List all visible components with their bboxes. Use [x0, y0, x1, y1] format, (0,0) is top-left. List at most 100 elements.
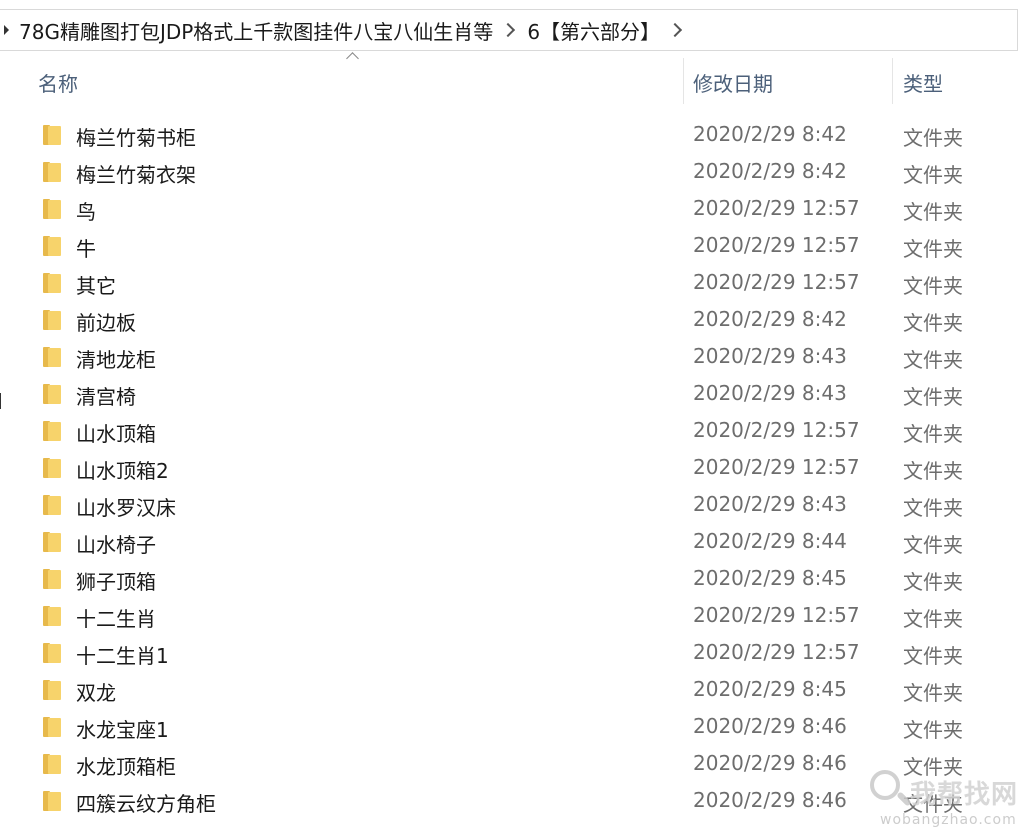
file-name[interactable]: 山水罗汉床: [76, 492, 176, 521]
folder-icon: [43, 273, 61, 293]
file-name[interactable]: 其它: [76, 270, 116, 299]
folder-icon: [43, 680, 61, 700]
file-modified-date: 2020/2/29 8:46: [693, 714, 847, 738]
watermark-title: 我帮找网: [910, 780, 1019, 810]
file-name[interactable]: 狮子顶箱: [76, 566, 156, 595]
file-type: 文件夹: [903, 422, 963, 446]
file-modified-date: 2020/2/29 12:57: [693, 418, 860, 442]
file-row[interactable]: 十二生肖1 2020/2/29 12:57 文件夹: [0, 634, 1023, 671]
file-row[interactable]: 山水顶箱 2020/2/29 12:57 文件夹: [0, 412, 1023, 449]
file-modified-date: 2020/2/29 8:46: [693, 751, 847, 775]
file-name[interactable]: 梅兰竹菊书柜: [76, 122, 196, 151]
file-modified-date: 2020/2/29 8:42: [693, 122, 847, 146]
file-name[interactable]: 山水顶箱2: [76, 455, 169, 484]
file-type: 文件夹: [903, 681, 963, 705]
address-bar[interactable]: 78G精雕图打包JDP格式上千款图挂件八宝八仙生肖等 6【第六部分】: [0, 9, 1018, 51]
file-row[interactable]: 双龙 2020/2/29 8:45 文件夹: [0, 671, 1023, 708]
magnifier-icon: [870, 770, 900, 800]
breadcrumb-expand-icon[interactable]: [4, 25, 9, 35]
file-row[interactable]: 十二生肖 2020/2/29 12:57 文件夹: [0, 597, 1023, 634]
file-row[interactable]: 山水椅子 2020/2/29 8:44 文件夹: [0, 523, 1023, 560]
file-row[interactable]: 水龙宝座1 2020/2/29 8:46 文件夹: [0, 708, 1023, 745]
file-name[interactable]: 十二生肖1: [76, 640, 169, 669]
file-name[interactable]: 鸟: [76, 196, 96, 225]
folder-icon: [43, 162, 61, 182]
file-type: 文件夹: [903, 237, 963, 261]
breadcrumb-parent[interactable]: 78G精雕图打包JDP格式上千款图挂件八宝八仙生肖等: [19, 16, 493, 45]
file-modified-date: 2020/2/29 8:45: [693, 566, 847, 590]
folder-icon: [43, 421, 61, 441]
file-type: 文件夹: [903, 718, 963, 742]
file-type: 文件夹: [903, 311, 963, 335]
breadcrumb-current[interactable]: 6【第六部分】: [527, 16, 660, 45]
folder-icon: [43, 310, 61, 330]
file-row[interactable]: 前边板 2020/2/29 8:42 文件夹: [0, 301, 1023, 338]
file-type: 文件夹: [903, 126, 963, 150]
folder-icon: [43, 643, 61, 663]
file-name[interactable]: 山水顶箱: [76, 418, 156, 447]
file-type: 文件夹: [903, 607, 963, 631]
file-name[interactable]: 梅兰竹菊衣架: [76, 159, 196, 188]
file-modified-date: 2020/2/29 12:57: [693, 603, 860, 627]
folder-icon: [43, 717, 61, 737]
folder-icon: [43, 791, 61, 811]
column-divider[interactable]: [683, 58, 684, 104]
folder-icon: [43, 754, 61, 774]
folder-icon: [43, 199, 61, 219]
file-modified-date: 2020/2/29 8:42: [693, 159, 847, 183]
file-row[interactable]: 清地龙柜 2020/2/29 8:43 文件夹: [0, 338, 1023, 375]
file-modified-date: 2020/2/29 12:57: [693, 196, 860, 220]
file-list: 梅兰竹菊书柜 2020/2/29 8:42 文件夹 梅兰竹菊衣架 2020/2/29 8…: [0, 116, 1023, 819]
file-row[interactable]: 梅兰竹菊书柜 2020/2/29 8:42 文件夹: [0, 116, 1023, 153]
sort-ascending-icon: [346, 52, 359, 65]
file-name[interactable]: 清地龙柜: [76, 344, 156, 373]
file-modified-date: 2020/2/29 8:44: [693, 529, 847, 553]
file-name[interactable]: 水龙宝座1: [76, 714, 169, 743]
folder-icon: [43, 495, 61, 515]
column-header-type[interactable]: 类型: [903, 68, 943, 97]
file-row[interactable]: 清宫椅 2020/2/29 8:43 文件夹: [0, 375, 1023, 412]
column-header-name[interactable]: 名称: [38, 68, 78, 97]
column-header-modified[interactable]: 修改日期: [693, 68, 773, 97]
file-row[interactable]: 鸟 2020/2/29 12:57 文件夹: [0, 190, 1023, 227]
file-name[interactable]: 水龙顶箱柜: [76, 751, 176, 780]
column-divider[interactable]: [892, 58, 893, 104]
watermark-domain: wobangzhao.com: [880, 812, 1017, 828]
file-type: 文件夹: [903, 570, 963, 594]
file-type: 文件夹: [903, 644, 963, 668]
file-modified-date: 2020/2/29 12:57: [693, 233, 860, 257]
file-name[interactable]: 清宫椅: [76, 381, 136, 410]
file-type: 文件夹: [903, 533, 963, 557]
file-type: 文件夹: [903, 274, 963, 298]
title-strip: [0, 0, 1023, 9]
watermark-logo: 我帮找网 wobangzhao.com: [866, 768, 1018, 834]
file-modified-date: 2020/2/29 8:42: [693, 307, 847, 331]
file-name[interactable]: 四簇云纹方角柜: [76, 788, 216, 817]
folder-icon: [43, 347, 61, 367]
file-modified-date: 2020/2/29 12:57: [693, 640, 860, 664]
column-header-row: 名称 修改日期 类型: [0, 52, 1023, 112]
file-row[interactable]: 狮子顶箱 2020/2/29 8:45 文件夹: [0, 560, 1023, 597]
file-name[interactable]: 十二生肖: [76, 603, 156, 632]
file-type: 文件夹: [903, 163, 963, 187]
file-name[interactable]: 双龙: [76, 677, 116, 706]
folder-icon: [43, 236, 61, 256]
file-row[interactable]: 其它 2020/2/29 12:57 文件夹: [0, 264, 1023, 301]
file-modified-date: 2020/2/29 8:45: [693, 677, 847, 701]
file-name[interactable]: 牛: [76, 233, 96, 262]
file-row[interactable]: 梅兰竹菊衣架 2020/2/29 8:42 文件夹: [0, 153, 1023, 190]
folder-icon: [43, 458, 61, 478]
file-type: 文件夹: [903, 348, 963, 372]
file-row[interactable]: 牛 2020/2/29 12:57 文件夹: [0, 227, 1023, 264]
file-row[interactable]: 山水顶箱2 2020/2/29 12:57 文件夹: [0, 449, 1023, 486]
file-name[interactable]: 山水椅子: [76, 529, 156, 558]
chevron-right-icon[interactable]: [667, 22, 683, 38]
chevron-right-icon[interactable]: [501, 22, 516, 38]
folder-icon: [43, 384, 61, 404]
file-type: 文件夹: [903, 200, 963, 224]
file-modified-date: 2020/2/29 8:43: [693, 381, 847, 405]
file-name[interactable]: 前边板: [76, 307, 136, 336]
file-type: 文件夹: [903, 385, 963, 409]
file-type: 文件夹: [903, 459, 963, 483]
file-row[interactable]: 山水罗汉床 2020/2/29 8:43 文件夹: [0, 486, 1023, 523]
